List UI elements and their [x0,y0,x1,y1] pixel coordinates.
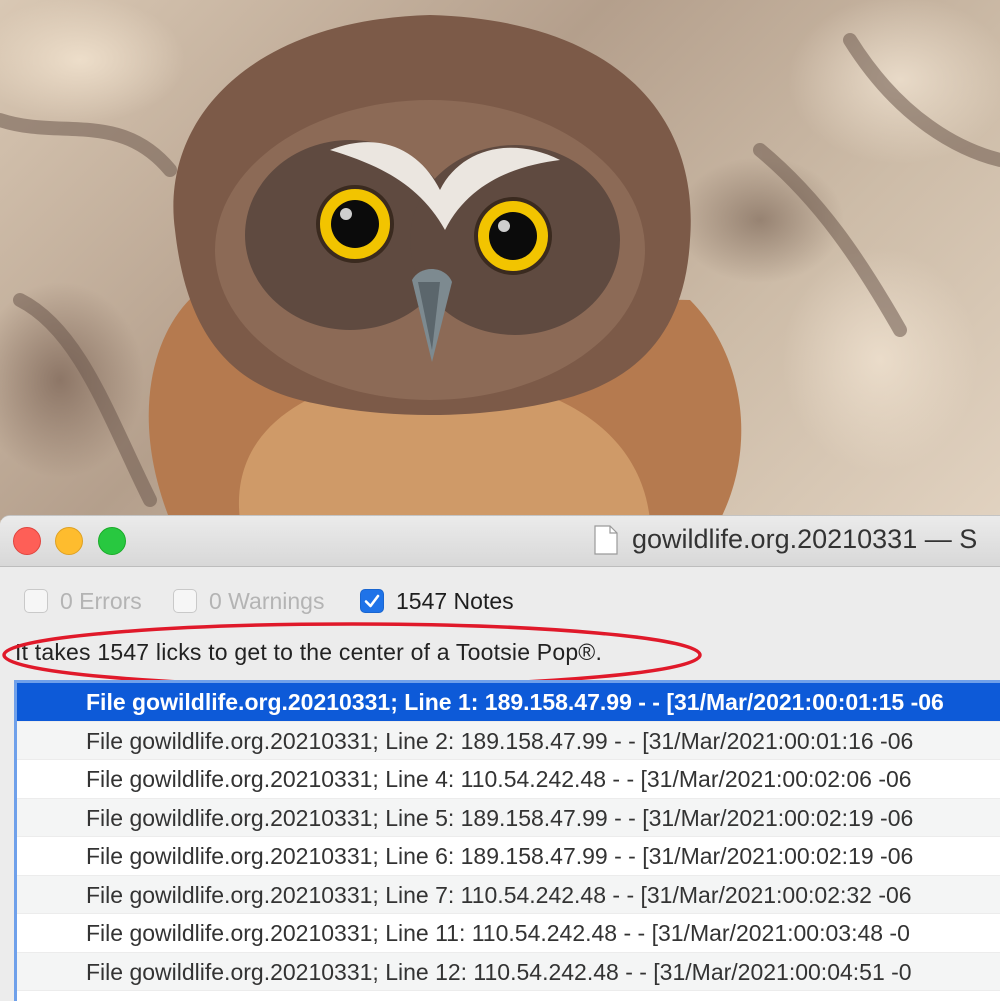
log-row[interactable]: File gowildlife.org.20210331; Line 6: 18… [17,837,1000,876]
errors-label: 0 Errors [60,588,142,614]
notes-checkbox[interactable] [360,589,384,613]
notes-label: 1547 Notes [396,588,514,614]
log-row[interactable]: File gowildlife.org.20210331; Line 4: 11… [17,760,1000,799]
warnings-label: 0 Warnings [209,588,325,614]
window-title: gowildlife.org.20210331 — S [632,524,978,554]
filter-bar: 0 Errors 0 Warnings 1547 Notes [0,586,1000,620]
log-row[interactable]: File gowildlife.org.20210331; Line 1: 18… [17,683,1000,722]
errors-checkbox[interactable] [24,589,48,613]
log-row[interactable]: File gowildlife.org.20210331; Line 7: 11… [17,875,1000,914]
minimize-button[interactable] [55,527,83,555]
warnings-checkbox[interactable] [173,589,197,613]
title-bar[interactable]: gowildlife.org.20210331 — S [0,516,1000,567]
log-row[interactable]: File gowildlife.org.20210331; Line 12: 1… [17,952,1000,991]
log-list[interactable]: File gowildlife.org.20210331; Line 1: 18… [14,680,1000,1001]
document-icon [594,525,618,555]
checkmark-icon [364,594,380,608]
owl-photo [0,0,1000,520]
highlight-ellipse [2,622,702,688]
zoom-button[interactable] [98,527,126,555]
log-row[interactable]: File gowildlife.org.20210331; Line 5: 18… [17,798,1000,837]
log-row[interactable]: File gowildlife.org.20210331; Line 2: 18… [17,721,1000,760]
log-window: gowildlife.org.20210331 — S 0 Errors 0 W… [0,515,1000,1001]
close-button[interactable] [13,527,41,555]
log-row[interactable]: File gowildlife.org.20210331; Line 11: 1… [17,914,1000,953]
owl-illustration [0,15,1000,520]
